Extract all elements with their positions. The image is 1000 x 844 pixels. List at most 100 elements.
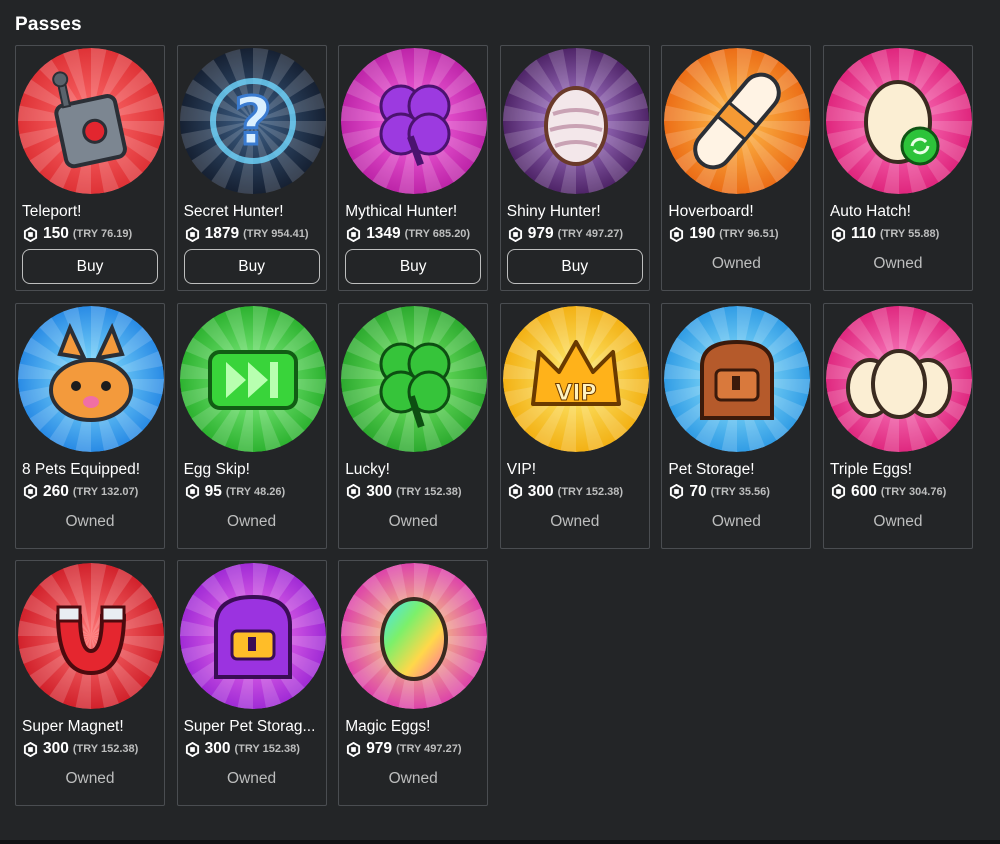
pass-card[interactable]: Super Pet Storag... 300 (TRY 152.38) Owned: [176, 560, 327, 806]
robux-icon: [185, 484, 199, 499]
local-price: (TRY 304.76): [880, 485, 947, 498]
price-row: 979 (TRY 497.27): [346, 740, 461, 758]
pass-name[interactable]: Hoverboard!: [668, 203, 806, 221]
pass-name[interactable]: VIP!: [507, 461, 645, 479]
local-price: (TRY 152.38): [396, 485, 462, 498]
pass-name[interactable]: Auto Hatch!: [830, 203, 968, 221]
price-row: 300 (TRY 152.38): [23, 740, 138, 758]
robux-price: 979: [527, 225, 554, 242]
pass-thumbnail[interactable]: [341, 563, 488, 709]
pass-thumbnail[interactable]: [179, 563, 326, 709]
pet-storage-icon: [700, 339, 775, 420]
svg-text:VIP: VIP: [555, 381, 596, 406]
buy-button[interactable]: Buy: [22, 249, 158, 284]
pass-name[interactable]: Magic Eggs!: [345, 718, 483, 736]
robux-icon: [23, 226, 38, 242]
price-row: 1879 (TRY 954.41): [185, 225, 309, 243]
robux-price: 300: [527, 482, 554, 500]
triple-eggs-icon: [845, 348, 952, 419]
pass-thumbnail[interactable]: [18, 305, 164, 452]
buy-button[interactable]: Buy: [345, 249, 482, 284]
pass-card[interactable]: Hoverboard! 190 (TRY 96.51) Owned: [661, 45, 812, 291]
pass-thumbnail[interactable]: [341, 305, 488, 452]
bottom-divider: [0, 840, 1000, 844]
pass-card[interactable]: Teleport! 150 (TRY 76.19) Buy: [15, 45, 165, 291]
local-price: (TRY 685.20): [404, 228, 471, 240]
magic-eggs-icon: [380, 597, 449, 681]
robux-icon: [831, 484, 846, 499]
pass-card[interactable]: ? Secret Hunter! 1879 (TRY 954.41) Buy: [176, 45, 327, 291]
robux-icon: [508, 484, 522, 499]
robux-price: 979: [366, 740, 393, 757]
price-row: 1349 (TRY 685.20): [346, 225, 470, 243]
pass-card[interactable]: Super Magnet! 300 (TRY 152.38) Owned: [15, 560, 165, 806]
pass-card[interactable]: Triple Eggs! 600 (TRY 304.76) Owned: [822, 302, 973, 549]
price-row: 70 (TRY 35.56): [669, 483, 770, 501]
robux-price: 300: [204, 740, 231, 757]
pass-thumbnail[interactable]: [502, 48, 649, 194]
robux-icon: [831, 226, 846, 242]
price-row: 190 (TRY 96.51): [669, 225, 779, 243]
pass-thumbnail[interactable]: ?: [179, 48, 326, 194]
pass-name[interactable]: Pet Storage!: [668, 461, 806, 479]
super-pet-storage-icon: [213, 594, 292, 679]
pass-name[interactable]: Triple Eggs!: [830, 461, 968, 479]
pass-card[interactable]: Lucky! 300 (TRY 152.38) Owned: [338, 302, 489, 549]
robux-icon: [23, 484, 38, 499]
pass-thumbnail[interactable]: [18, 563, 164, 709]
pass-card[interactable]: Mythical Hunter! 1349 (TRY 685.20) Buy: [338, 45, 489, 291]
price-row: 979 (TRY 497.27): [508, 225, 623, 243]
pass-thumbnail[interactable]: [825, 305, 972, 452]
pass-name[interactable]: Super Pet Storag...: [184, 718, 322, 736]
pass-card[interactable]: Shiny Hunter! 979 (TRY 497.27) Buy: [499, 45, 650, 291]
pass-thumbnail[interactable]: [664, 305, 811, 452]
local-price: (TRY 96.51): [719, 228, 779, 240]
shiny-hunter-icon: [543, 86, 608, 166]
buy-button[interactable]: Buy: [183, 249, 320, 284]
pass-thumbnail[interactable]: [18, 48, 164, 194]
owned-label: Owned: [388, 512, 438, 530]
pass-thumbnail[interactable]: [341, 48, 488, 194]
owned-label: Owned: [873, 255, 923, 272]
pass-name[interactable]: Super Magnet!: [22, 718, 160, 736]
pass-name[interactable]: 8 Pets Equipped!: [22, 461, 160, 479]
owned-label: Owned: [65, 770, 115, 787]
local-price: (TRY 48.26): [225, 485, 286, 498]
pass-card[interactable]: VIP VIP! 300 (TRY 152.38) Owned: [499, 302, 650, 549]
price-row: 600 (TRY 304.76): [831, 483, 946, 501]
pass-thumbnail[interactable]: VIP: [502, 305, 649, 452]
pass-name[interactable]: Lucky!: [345, 461, 483, 479]
robux-price: 95: [204, 482, 222, 500]
pass-name[interactable]: Egg Skip!: [184, 461, 322, 479]
robux-icon: [185, 741, 199, 757]
pass-name[interactable]: Mythical Hunter!: [345, 203, 483, 221]
robux-icon: [347, 741, 361, 757]
pass-card[interactable]: Egg Skip! 95 (TRY 48.26) Owned: [176, 302, 327, 549]
local-price: (TRY 55.88): [879, 228, 940, 240]
pass-name[interactable]: Teleport!: [22, 203, 160, 221]
section-title: Passes: [15, 14, 82, 35]
robux-price: 600: [850, 482, 877, 500]
owned-label: Owned: [227, 770, 277, 787]
pass-card[interactable]: 8 Pets Equipped! 260 (TRY 132.07) Owned: [15, 302, 165, 549]
pass-name[interactable]: Secret Hunter!: [184, 203, 322, 221]
robux-price: 300: [43, 740, 69, 757]
passes-page: Passes Teleport! 150 (TRY 76.19) Buy? Secret…: [0, 0, 1000, 844]
robux-price: 110: [850, 225, 876, 242]
buy-button[interactable]: Buy: [506, 249, 643, 284]
local-price: (TRY 132.07): [72, 485, 139, 498]
robux-price: 300: [366, 482, 393, 500]
pass-card[interactable]: Pet Storage! 70 (TRY 35.56) Owned: [661, 302, 812, 549]
price-row: 300 (TRY 152.38): [508, 483, 623, 501]
robux-price: 150: [43, 225, 69, 242]
price-row: 300 (TRY 152.38): [185, 740, 300, 758]
pass-name[interactable]: Shiny Hunter!: [507, 203, 645, 221]
local-price: (TRY 954.41): [243, 228, 309, 240]
price-row: 110 (TRY 55.88): [831, 225, 939, 243]
pass-card[interactable]: Magic Eggs! 979 (TRY 497.27) Owned: [338, 560, 489, 806]
pass-thumbnail[interactable]: [825, 48, 972, 194]
robux-price: 190: [689, 225, 716, 242]
pass-thumbnail[interactable]: [179, 305, 326, 452]
pass-card[interactable]: Auto Hatch! 110 (TRY 55.88) Owned: [822, 45, 973, 291]
pass-thumbnail[interactable]: [664, 48, 811, 194]
